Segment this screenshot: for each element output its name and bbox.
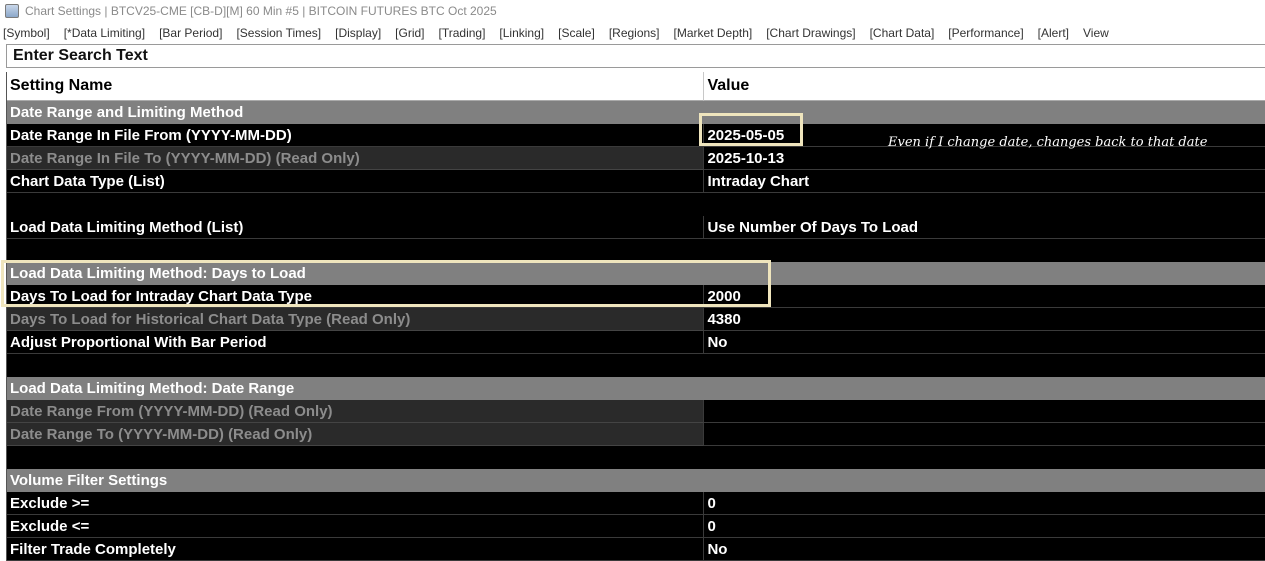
setting-name: Date Range In File To (YYYY-MM-DD) (Read… <box>7 147 705 170</box>
setting-value[interactable]: No <box>704 331 1265 354</box>
tab-session-times[interactable]: [Session Times] <box>236 26 321 40</box>
setting-name <box>7 193 705 216</box>
setting-value <box>704 101 1265 124</box>
column-header-setting-name[interactable]: Setting Name <box>7 72 705 101</box>
setting-row[interactable]: Chart Data Type (List) Intraday Chart <box>7 170 1265 193</box>
setting-name <box>7 239 705 262</box>
setting-name: Date Range To (YYYY-MM-DD) (Read Only) <box>7 423 705 446</box>
setting-value[interactable]: 0 <box>704 515 1265 538</box>
grid-header-row: Setting Name Value <box>7 72 1265 101</box>
setting-value[interactable]: Intraday Chart <box>704 170 1265 193</box>
setting-value: 2025-10-13 <box>704 147 1265 170</box>
setting-name: Load Data Limiting Method: Date Range <box>7 377 705 400</box>
setting-row[interactable]: Date Range In File To (YYYY-MM-DD) (Read… <box>7 147 1265 170</box>
setting-name: Days To Load for Historical Chart Data T… <box>7 308 705 331</box>
section-row[interactable]: Load Data Limiting Method: Date Range <box>7 377 1265 400</box>
tab-scale[interactable]: [Scale] <box>558 26 595 40</box>
tab-display[interactable]: [Display] <box>335 26 381 40</box>
tab-regions[interactable]: [Regions] <box>609 26 660 40</box>
tab-linking[interactable]: [Linking] <box>499 26 544 40</box>
tab-bar-period[interactable]: [Bar Period] <box>159 26 222 40</box>
setting-row[interactable]: Date Range To (YYYY-MM-DD) (Read Only) <box>7 423 1265 446</box>
setting-name: Chart Data Type (List) <box>7 170 705 193</box>
search-input[interactable] <box>6 44 1265 68</box>
setting-value <box>704 262 1265 285</box>
title-bar: Chart Settings | BTCV25-CME [CB-D][M] 60… <box>0 0 1265 22</box>
setting-row[interactable]: Exclude <= 0 <box>7 515 1265 538</box>
section-row[interactable]: Volume Filter Settings <box>7 469 1265 492</box>
setting-value <box>704 446 1265 469</box>
setting-row[interactable]: Exclude >= 0 <box>7 492 1265 515</box>
setting-name <box>7 446 705 469</box>
spacer-row <box>7 193 1265 216</box>
setting-name: Load Data Limiting Method: Days to Load <box>7 262 705 285</box>
setting-value <box>704 377 1265 400</box>
spacer-row <box>7 446 1265 469</box>
setting-value <box>704 354 1265 377</box>
setting-row[interactable]: Load Data Limiting Method (List) Use Num… <box>7 216 1265 239</box>
setting-value: 4380 <box>704 308 1265 331</box>
setting-name: Filter Trade Completely <box>7 538 705 561</box>
app-icon <box>5 4 19 18</box>
tab-view[interactable]: View <box>1083 26 1109 40</box>
setting-name <box>7 354 705 377</box>
setting-value <box>704 239 1265 262</box>
setting-value[interactable]: 2000 <box>704 285 1265 308</box>
setting-value <box>704 193 1265 216</box>
setting-name: Adjust Proportional With Bar Period <box>7 331 705 354</box>
tab-chart-drawings[interactable]: [Chart Drawings] <box>766 26 855 40</box>
setting-row[interactable]: Date Range From (YYYY-MM-DD) (Read Only) <box>7 400 1265 423</box>
tab-market-depth[interactable]: [Market Depth] <box>674 26 753 40</box>
spacer-row <box>7 354 1265 377</box>
setting-value <box>704 469 1265 492</box>
section-row[interactable]: Load Data Limiting Method: Days to Load <box>7 262 1265 285</box>
settings-tab-bar: [Symbol] [*Data Limiting] [Bar Period] [… <box>0 24 1265 42</box>
setting-name: Date Range From (YYYY-MM-DD) (Read Only) <box>7 400 705 423</box>
setting-name: Date Range and Limiting Method <box>7 101 705 124</box>
setting-row[interactable]: Days To Load for Historical Chart Data T… <box>7 308 1265 331</box>
setting-value[interactable]: Use Number Of Days To Load <box>704 216 1265 239</box>
setting-row[interactable]: Filter Trade Completely No <box>7 538 1265 561</box>
setting-value <box>704 423 1265 446</box>
window-title: Chart Settings | BTCV25-CME [CB-D][M] 60… <box>25 4 497 18</box>
section-row[interactable]: Date Range and Limiting Method <box>7 101 1265 124</box>
tab-performance[interactable]: [Performance] <box>948 26 1023 40</box>
spacer-row <box>7 239 1265 262</box>
setting-name: Exclude >= <box>7 492 705 515</box>
setting-name: Exclude <= <box>7 515 705 538</box>
tab-chart-data[interactable]: [Chart Data] <box>870 26 935 40</box>
tab-alert[interactable]: [Alert] <box>1038 26 1069 40</box>
tab-trading[interactable]: [Trading] <box>439 26 486 40</box>
tab-grid[interactable]: [Grid] <box>395 26 424 40</box>
setting-name: Date Range In File From (YYYY-MM-DD) <box>7 124 705 147</box>
setting-row[interactable]: Days To Load for Intraday Chart Data Typ… <box>7 285 1265 308</box>
setting-name: Load Data Limiting Method (List) <box>7 216 705 239</box>
setting-name: Volume Filter Settings <box>7 469 705 492</box>
column-header-value[interactable]: Value <box>704 72 1265 101</box>
tab-data-limiting[interactable]: [*Data Limiting] <box>64 26 145 40</box>
setting-row[interactable]: Adjust Proportional With Bar Period No <box>7 331 1265 354</box>
setting-value[interactable]: No <box>704 538 1265 561</box>
setting-name: Days To Load for Intraday Chart Data Typ… <box>7 285 705 308</box>
tab-symbol[interactable]: [Symbol] <box>3 26 50 40</box>
setting-value <box>704 400 1265 423</box>
setting-value[interactable]: 0 <box>704 492 1265 515</box>
annotation-note: Even if I change date, changes back to t… <box>888 135 1208 150</box>
